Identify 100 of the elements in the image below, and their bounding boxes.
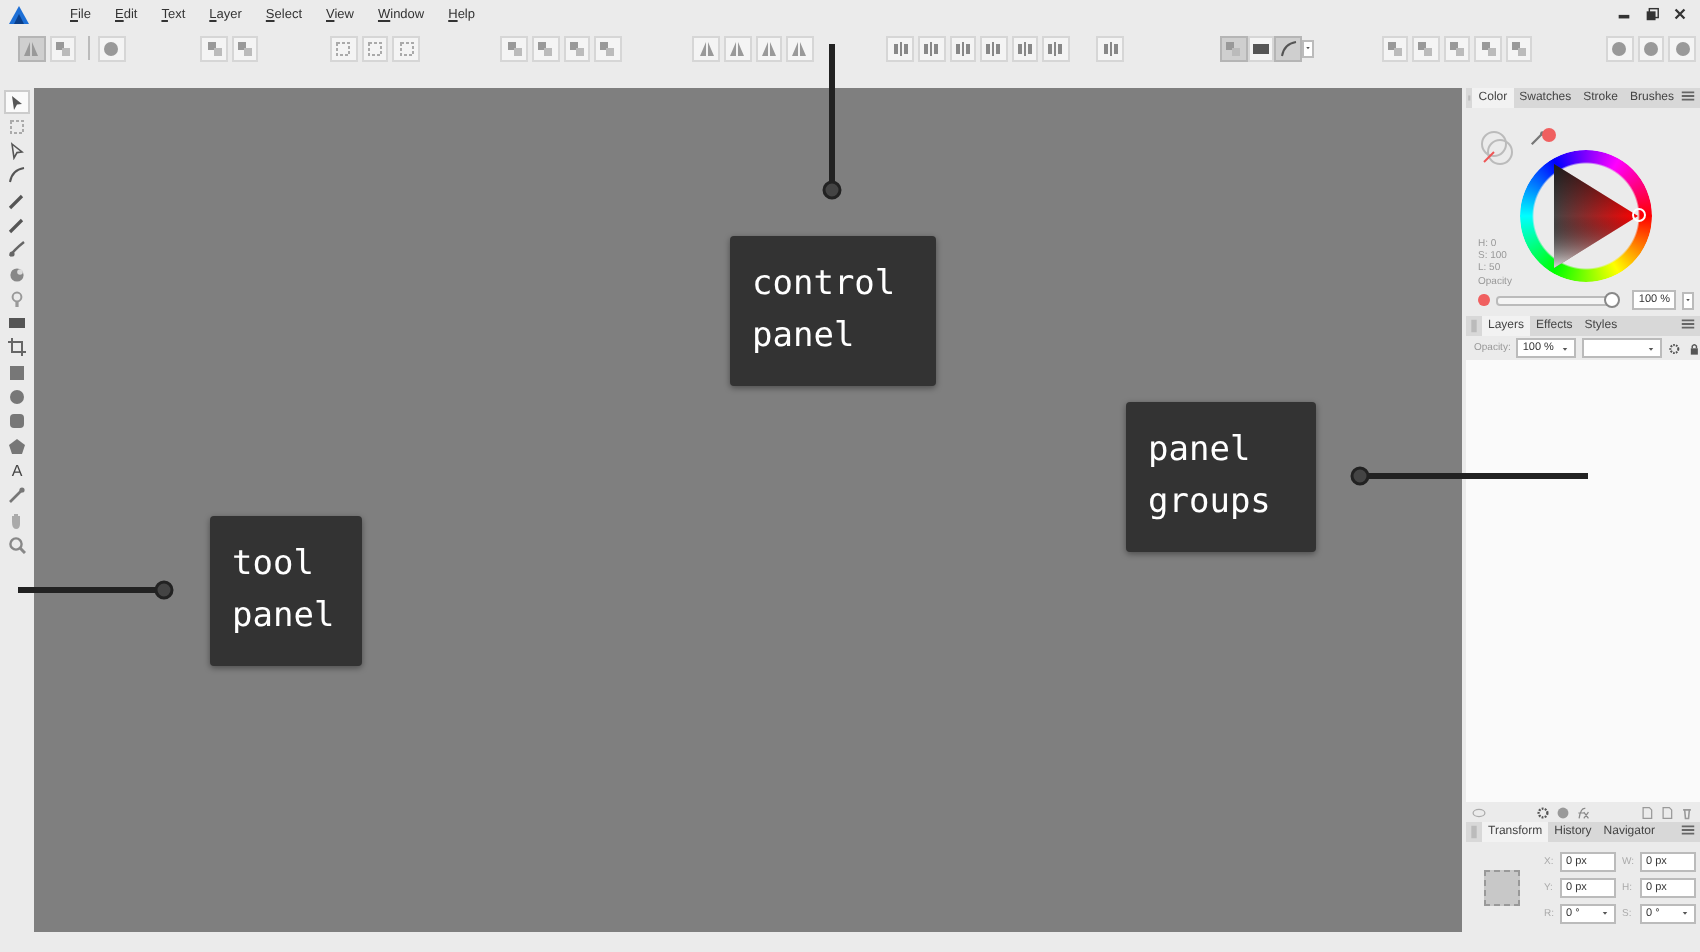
flip-icon [728, 39, 747, 57]
panel-menu-icon [1680, 822, 1696, 838]
toolbar-button[interactable] [692, 35, 720, 61]
tool-button[interactable] [4, 335, 30, 360]
gradient-icon [8, 314, 26, 333]
align-icon [984, 39, 1003, 57]
toolbar-button[interactable] [330, 35, 358, 61]
toolbar-button[interactable] [886, 35, 914, 61]
toolbar-button[interactable] [723, 35, 752, 61]
toolbar-button[interactable] [1637, 35, 1665, 61]
circles-icon [1556, 805, 1570, 819]
toolbar-button[interactable] [1096, 35, 1124, 61]
ellipse-icon [8, 388, 26, 407]
caret-icon [1680, 908, 1691, 918]
align-icon [953, 39, 972, 57]
callout-label: tool panel [210, 516, 362, 666]
panel-menu-icon [1680, 316, 1696, 332]
snapping-button[interactable] [1274, 35, 1302, 61]
toolbar-button[interactable] [392, 35, 420, 61]
toolbar-button[interactable] [563, 35, 591, 61]
gear-icon [1536, 805, 1550, 819]
triangle-logo [8, 3, 30, 25]
blend-mode-dropdown[interactable] [1581, 338, 1663, 358]
squares-icon [53, 39, 72, 57]
slider-thumb[interactable] [1603, 291, 1620, 307]
flip-icon [759, 39, 778, 57]
gradient-icon [1252, 39, 1270, 57]
callout-label: control panel [730, 236, 936, 386]
tool-button[interactable] [4, 434, 30, 459]
toolbar-button[interactable] [1606, 35, 1634, 61]
flip-icon [22, 39, 41, 57]
gear-icon [1668, 341, 1682, 355]
align-icon [891, 39, 910, 57]
tool-button[interactable] [4, 90, 30, 114]
tool-button[interactable] [4, 385, 30, 410]
toolbar-button[interactable] [786, 35, 814, 61]
node-icon [8, 142, 26, 161]
toolbar-button[interactable] [231, 35, 259, 61]
toolbar-button[interactable] [594, 35, 622, 61]
tool-button[interactable]: A [4, 458, 30, 483]
persona-button[interactable] [49, 35, 77, 61]
toolbar-button[interactable] [1011, 35, 1039, 61]
picker-handle[interactable] [1632, 208, 1646, 222]
eye-icon [1472, 805, 1486, 819]
persona-button[interactable] [98, 35, 126, 61]
zoom-icon [8, 535, 26, 554]
hand-icon [8, 511, 26, 530]
fx-icon [1576, 805, 1590, 819]
rounded-rectangle-icon [8, 412, 26, 431]
lock-icon [1687, 341, 1700, 355]
toolbar-button[interactable] [361, 35, 389, 61]
callout-label: panel groups [1126, 402, 1316, 552]
tool-button[interactable] [4, 483, 30, 508]
tool-button[interactable] [4, 532, 30, 557]
toolbar-button[interactable] [200, 35, 228, 61]
toolbar-button[interactable] [500, 35, 528, 61]
snapping-button[interactable] [1247, 35, 1275, 61]
rectangle-icon [8, 363, 26, 382]
flip-icon [697, 39, 716, 57]
trash-icon [1680, 805, 1694, 819]
grip-icon [1466, 824, 1482, 840]
toolbar-button[interactable] [980, 35, 1008, 61]
opacity-dropdown[interactable] [1682, 291, 1694, 309]
caret-icon [1600, 908, 1610, 918]
toolbar-button[interactable] [949, 35, 977, 61]
toolbar-button[interactable] [532, 35, 560, 61]
toolbar-button[interactable] [1412, 35, 1440, 61]
anchor-grid[interactable] [1484, 869, 1520, 905]
tool-button[interactable] [4, 237, 30, 262]
fill-stroke-swatch[interactable] [1478, 128, 1518, 168]
tool-button[interactable] [4, 163, 30, 188]
align-icon [1046, 39, 1065, 57]
pointer-icon [8, 93, 26, 111]
align-icon [1101, 39, 1120, 57]
toolbar-button[interactable] [1668, 35, 1696, 61]
circles-icon [102, 39, 121, 57]
toolbar-button[interactable] [1474, 35, 1502, 61]
tool-button[interactable] [4, 409, 30, 434]
opacity-slider[interactable] [1495, 295, 1614, 305]
color-dot [1478, 294, 1490, 306]
curve-icon [8, 166, 26, 185]
squares-icon [505, 39, 524, 57]
current-color-swatch[interactable] [1542, 128, 1556, 142]
toolbar-button[interactable] [755, 35, 783, 61]
restore-icon [1644, 6, 1660, 22]
toolbar-button[interactable] [917, 35, 945, 61]
color-triangle[interactable] [1554, 164, 1638, 268]
fill-icon [8, 265, 26, 284]
toolbar-button[interactable] [1381, 35, 1409, 61]
toolbar-button[interactable] [1443, 35, 1471, 61]
panel-menu-icon [1680, 88, 1696, 104]
persona-button[interactable] [18, 35, 46, 61]
curve-icon [1279, 39, 1298, 57]
crop-icon [8, 338, 26, 357]
tool-button[interactable] [4, 360, 30, 385]
pentagon-icon [8, 437, 26, 456]
eyedropper-icon [8, 486, 26, 505]
caret-icon [1646, 343, 1657, 353]
toolbar-button[interactable] [1505, 35, 1533, 61]
toolbar-button[interactable] [1042, 35, 1070, 61]
